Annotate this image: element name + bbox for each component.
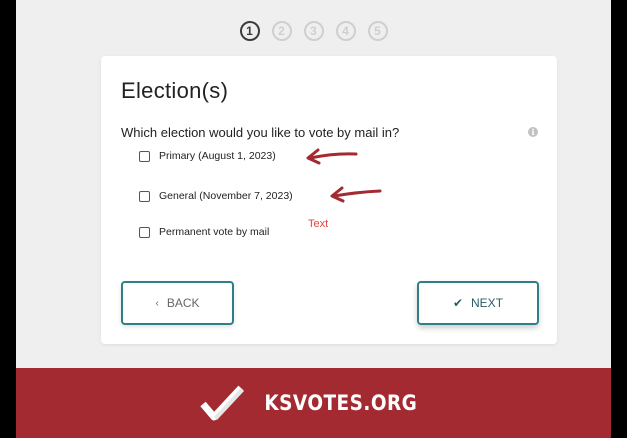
next-button[interactable]: ✔ NEXT (417, 281, 539, 325)
brand-logo-text[interactable]: KSVOTES.ORG (264, 391, 417, 415)
next-button-label: NEXT (471, 296, 504, 310)
option-permanent-label: Permanent vote by mail (159, 226, 270, 238)
option-permanent[interactable]: Permanent vote by mail (139, 226, 269, 238)
general-checkbox[interactable] (139, 190, 150, 202)
chevron-left-icon: ‹ (155, 297, 159, 309)
back-button-label: BACK (166, 296, 200, 310)
step-5-indicator: 5 (367, 21, 388, 41)
permanent-checkbox[interactable] (139, 226, 150, 238)
checkmark-icon: ✔ (452, 296, 464, 310)
back-button[interactable]: ‹ BACK (121, 281, 234, 325)
annotation-arrow-general (330, 186, 382, 203)
app-viewport: 1 2 3 4 5 Election(s) Which election wou… (16, 0, 611, 438)
option-primary[interactable]: Primary (August 1, 2023) (139, 150, 276, 162)
option-general-label: General (November 7, 2023) (159, 190, 293, 202)
step-1-indicator: 1 (239, 21, 260, 41)
annotation-arrow-primary (306, 148, 358, 165)
footer-banner: KSVOTES.ORG (16, 368, 611, 438)
step-4-indicator: 4 (335, 21, 356, 41)
option-primary-label: Primary (August 1, 2023) (159, 150, 276, 162)
election-card: Election(s) Which election would you lik… (101, 56, 557, 344)
annotation-text: Text (308, 218, 329, 230)
election-question: Which election would you like to vote by… (121, 125, 400, 140)
option-general[interactable]: General (November 7, 2023) (139, 190, 293, 202)
step-3-indicator: 3 (303, 21, 324, 41)
progress-steps: 1 2 3 4 5 (16, 21, 611, 41)
info-icon[interactable]: i (528, 127, 538, 137)
checkmark-logo-icon (199, 385, 244, 421)
primary-checkbox[interactable] (139, 150, 150, 162)
step-2-indicator: 2 (271, 21, 292, 41)
page-title: Election(s) (121, 78, 229, 103)
